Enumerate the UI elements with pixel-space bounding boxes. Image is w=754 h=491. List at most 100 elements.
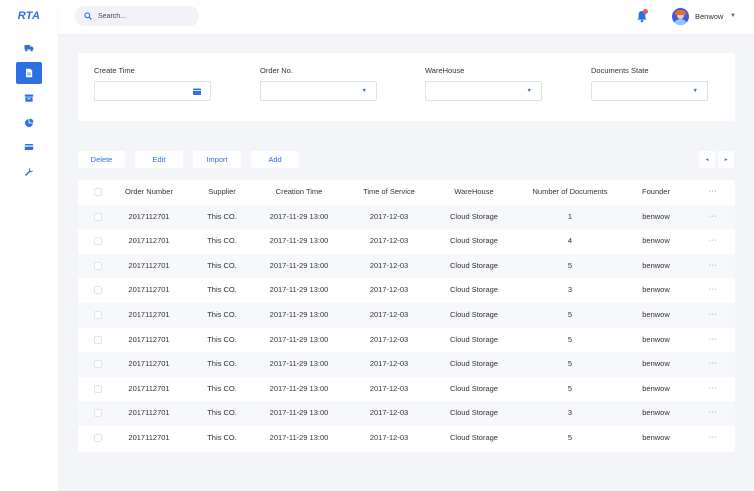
column-header-number-of-documents[interactable]: Number of Documents bbox=[520, 180, 620, 205]
order-no-label: Order No. bbox=[260, 66, 293, 75]
cell-order: 2017112701 bbox=[128, 433, 170, 442]
chevron-down-icon: ▼ bbox=[692, 88, 698, 94]
column-header-time-of-service[interactable]: Time of Service bbox=[350, 180, 428, 205]
cell-created: 2017-11-29 13:00 bbox=[269, 334, 329, 344]
sidebar-item-payments[interactable] bbox=[0, 136, 58, 158]
sidebar-item-documents[interactable] bbox=[16, 62, 42, 84]
next-page-button[interactable]: ▸ bbox=[718, 151, 734, 168]
row-options-icon[interactable]: ··· bbox=[698, 254, 728, 279]
search-box[interactable] bbox=[75, 6, 199, 26]
row-checkbox[interactable] bbox=[94, 212, 102, 221]
row-options-icon[interactable]: ··· bbox=[698, 352, 728, 377]
table-row[interactable]: 2017112701 This CO. 2017-11-29 13:00 2017-1… bbox=[78, 204, 735, 230]
column-header-supplier[interactable]: Supplier bbox=[194, 180, 250, 205]
cell-docs: 5 bbox=[567, 260, 573, 270]
cell-docs: 3 bbox=[567, 408, 573, 418]
cell-warehouse: Cloud Storage bbox=[450, 260, 498, 270]
column-header-warehouse[interactable]: WareHouse bbox=[434, 180, 514, 205]
pie-chart-icon bbox=[25, 118, 34, 127]
cell-founder: benwow bbox=[642, 260, 670, 270]
notification-button[interactable] bbox=[636, 9, 648, 23]
cell-order: 2017112701 bbox=[128, 359, 170, 369]
table-row[interactable]: 2017112701 This CO. 2017-11-29 13:00 2017-1… bbox=[78, 328, 735, 353]
table-row[interactable]: 2017112701 This CO. 2017-11-29 13:00 2017-1… bbox=[78, 253, 735, 279]
column-header-order-number[interactable]: Order Number bbox=[110, 180, 188, 205]
row-checkbox[interactable] bbox=[94, 434, 102, 442]
document-icon bbox=[26, 68, 33, 78]
select-all-checkbox[interactable] bbox=[94, 188, 102, 196]
cell-supplier: This CO. bbox=[207, 260, 237, 270]
prev-page-button[interactable]: ◂ bbox=[699, 151, 715, 168]
user-name[interactable]: Benwow bbox=[695, 12, 723, 21]
cell-docs: 5 bbox=[567, 383, 573, 393]
chevron-down-icon[interactable]: ▼ bbox=[730, 13, 736, 19]
table-row[interactable]: 2017112701 This CO. 2017-11-29 13:00 2017-1… bbox=[78, 401, 735, 426]
row-checkbox[interactable] bbox=[94, 286, 102, 295]
row-options-icon[interactable]: ··· bbox=[698, 377, 728, 402]
column-header-creation-time[interactable]: Creation Time bbox=[256, 180, 342, 205]
search-icon bbox=[84, 12, 92, 20]
cell-docs: 5 bbox=[567, 359, 573, 369]
add-button[interactable]: Add bbox=[251, 151, 299, 168]
row-options-icon[interactable]: ··· bbox=[698, 205, 728, 230]
row-options-icon[interactable]: ··· bbox=[698, 303, 728, 328]
documents-state-select[interactable]: ▼ bbox=[591, 81, 708, 101]
create-time-picker[interactable] bbox=[94, 81, 211, 101]
row-checkbox[interactable] bbox=[94, 311, 102, 319]
row-checkbox[interactable] bbox=[94, 335, 102, 344]
search-input[interactable] bbox=[98, 12, 188, 20]
table-row[interactable]: 2017112701 This CO. 2017-11-29 13:00 2017-1… bbox=[78, 352, 735, 377]
row-options-icon[interactable]: ··· bbox=[698, 278, 728, 303]
warehouse-select[interactable]: ▼ bbox=[425, 81, 542, 101]
table-row[interactable]: 2017112701 This CO. 2017-11-29 13:00 2017-1… bbox=[78, 278, 735, 303]
row-checkbox[interactable] bbox=[94, 384, 102, 393]
card-icon bbox=[24, 144, 34, 150]
cell-supplier: This CO. bbox=[207, 359, 237, 369]
cell-supplier: This CO. bbox=[207, 334, 237, 344]
row-options-icon[interactable]: ··· bbox=[698, 426, 728, 451]
cell-founder: benwow bbox=[642, 359, 670, 369]
order-no-select[interactable]: ▼ bbox=[260, 81, 377, 101]
row-checkbox[interactable] bbox=[94, 360, 102, 369]
column-options-icon[interactable]: ··· bbox=[698, 180, 728, 205]
cell-warehouse: Cloud Storage bbox=[450, 211, 498, 221]
cell-service: 2017-12-03 bbox=[369, 359, 409, 369]
column-header-founder[interactable]: Founder bbox=[630, 180, 682, 205]
notification-badge bbox=[643, 9, 648, 14]
row-options-icon[interactable]: ··· bbox=[698, 229, 728, 254]
row-checkbox[interactable] bbox=[94, 237, 102, 246]
table-row[interactable]: 2017112701 This CO. 2017-11-29 13:00 2017-1… bbox=[78, 377, 735, 402]
cell-warehouse: Cloud Storage bbox=[450, 334, 498, 344]
sidebar-item-archive[interactable] bbox=[0, 87, 58, 109]
cell-service: 2017-12-03 bbox=[369, 433, 409, 442]
avatar[interactable] bbox=[672, 8, 689, 25]
row-options-icon[interactable]: ··· bbox=[698, 401, 728, 426]
sidebar-item-settings[interactable] bbox=[0, 161, 58, 183]
filter-panel: Create Time Order No. ▼ WareHouse ▼ Docu… bbox=[78, 53, 735, 121]
import-button[interactable]: Import bbox=[193, 151, 241, 168]
cell-founder: benwow bbox=[642, 383, 670, 393]
table-row[interactable]: 2017112701 This CO. 2017-11-29 13:00 2017-1… bbox=[78, 426, 735, 451]
cell-founder: benwow bbox=[642, 433, 670, 442]
cell-service: 2017-12-03 bbox=[369, 285, 409, 295]
cell-warehouse: Cloud Storage bbox=[450, 408, 498, 418]
sidebar-item-shipping[interactable] bbox=[0, 37, 58, 59]
sidebar: RTA bbox=[0, 0, 58, 491]
row-options-icon[interactable]: ··· bbox=[698, 328, 728, 353]
cell-created: 2017-11-29 13:00 bbox=[269, 433, 329, 442]
cell-created: 2017-11-29 13:00 bbox=[269, 260, 329, 270]
row-checkbox[interactable] bbox=[94, 409, 102, 418]
top-bar: Benwow ▼ bbox=[58, 0, 754, 34]
cell-supplier: This CO. bbox=[207, 211, 237, 221]
delete-button[interactable]: Delete bbox=[78, 151, 125, 168]
create-time-label: Create Time bbox=[94, 66, 135, 75]
row-checkbox[interactable] bbox=[94, 261, 102, 270]
table-row[interactable]: 2017112701 This CO. 2017-11-29 13:00 2017-1… bbox=[78, 229, 735, 254]
table-row[interactable]: 2017112701 This CO. 2017-11-29 13:00 2017-1… bbox=[78, 303, 735, 328]
documents-state-label: Documents State bbox=[591, 66, 649, 75]
sidebar-item-reports[interactable] bbox=[0, 112, 58, 134]
cell-created: 2017-11-29 13:00 bbox=[269, 383, 329, 393]
cell-founder: benwow bbox=[642, 236, 670, 246]
cell-order: 2017112701 bbox=[128, 383, 170, 393]
edit-button[interactable]: Edit bbox=[135, 151, 183, 168]
